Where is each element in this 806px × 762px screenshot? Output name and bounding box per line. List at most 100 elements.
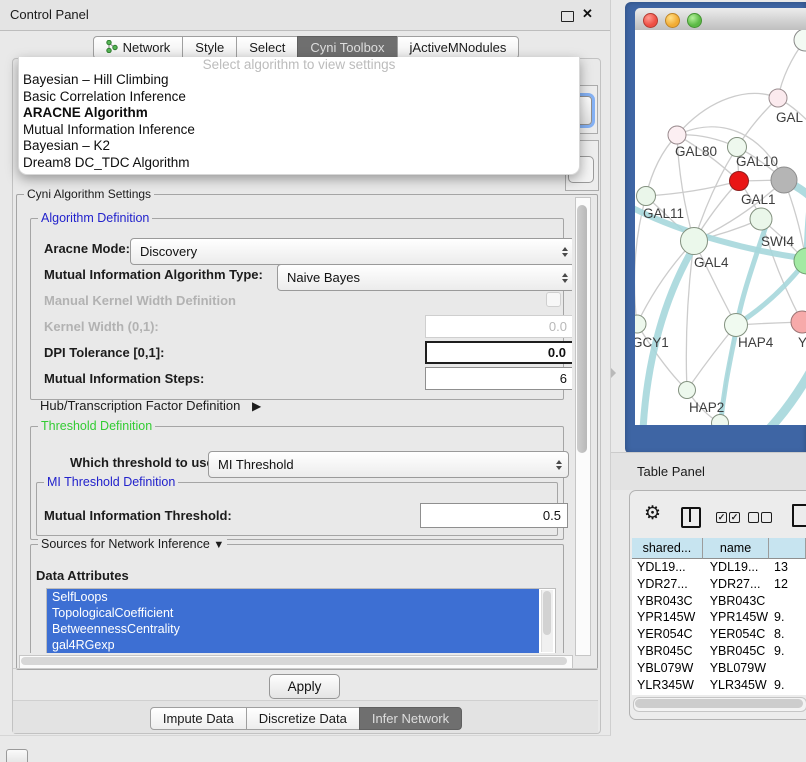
kernel-width-field[interactable]: 0.0 [425, 315, 572, 338]
node-gal80[interactable] [668, 126, 686, 144]
dpi-tolerance-field[interactable]: 0.0 [425, 341, 572, 364]
deselect-all-icon[interactable] [761, 512, 772, 523]
apply-button[interactable]: Apply [269, 674, 340, 699]
gear-icon[interactable]: ⚙ [644, 504, 661, 523]
mi-threshold-group-title: MI Threshold Definition [44, 475, 178, 489]
tab-network[interactable]: Network [93, 36, 184, 59]
tab-label: Select [249, 40, 285, 55]
table-row[interactable]: YIL052CYIL052C9 [632, 693, 806, 695]
table-cell: YPR145W [632, 609, 703, 626]
network-edge-strong[interactable] [731, 352, 806, 425]
node-gal-partial[interactable] [769, 89, 787, 107]
attribute-list-item[interactable]: gal4RGexp [47, 637, 539, 653]
vertical-scroll-thumb[interactable] [577, 205, 587, 453]
collapsed-panel-icon[interactable] [6, 749, 28, 762]
table-cell: 12 [769, 576, 806, 593]
attribute-list-item[interactable]: BetweennessCentrality [47, 621, 539, 637]
node-hap2[interactable] [679, 382, 696, 399]
mi-threshold-label: Mutual Information Threshold: [44, 508, 232, 523]
network-edge[interactable] [637, 324, 687, 390]
algorithm-option[interactable]: Basic Correlation Inference [19, 89, 579, 106]
table-cell: 9. [769, 677, 806, 694]
table-header-cell[interactable]: name [703, 538, 769, 559]
node-gcy1[interactable] [635, 315, 646, 333]
network-window-titlebar[interactable] [635, 8, 806, 31]
tab-jactivemnodules[interactable]: jActiveMNodules [397, 36, 520, 59]
mi-algorithm-type-combo[interactable]: Naive Bayes [277, 264, 572, 291]
algorithm-option[interactable]: Mutual Information Inference [19, 122, 579, 139]
node-gal4[interactable] [681, 228, 708, 255]
table-row[interactable]: YLR345WYLR345W9. [632, 677, 806, 694]
node-gray[interactable] [771, 167, 797, 193]
table-row[interactable]: YDR27...YDR27...12 [632, 576, 806, 593]
node-top-partial[interactable] [794, 30, 806, 51]
tab-discretize-data[interactable]: Discretize Data [246, 707, 360, 730]
table-horizontal-scrollbar[interactable] [633, 697, 806, 712]
table-row[interactable]: YER054CYER054C8. [632, 626, 806, 643]
close-traffic-light-icon[interactable] [643, 13, 658, 28]
table-cell: YBL079W [632, 660, 703, 677]
table-cell: YDL19... [703, 559, 769, 576]
network-edge[interactable] [646, 181, 739, 196]
data-attributes-list[interactable]: SelfLoopsTopologicalCoefficientBetweenne… [46, 588, 556, 653]
table-row[interactable]: YPR145WYPR145W9. [632, 609, 806, 626]
algorithm-option[interactable]: ARACNE Algorithm [19, 105, 579, 122]
select-all-check-icon[interactable]: ✓ [729, 512, 740, 523]
export-table-icon[interactable] [792, 504, 806, 527]
bottom-tab-bar: Impute DataDiscretize DataInfer Network [12, 707, 600, 730]
deselect-all-icon[interactable] [748, 512, 759, 523]
node-gal1[interactable] [730, 172, 749, 191]
select-all-check-icon[interactable]: ✓ [716, 512, 727, 523]
node-gal11[interactable] [637, 187, 656, 206]
table-header-cell[interactable] [769, 538, 806, 559]
sources-group-title[interactable]: Sources for Network Inference ▼ [38, 537, 227, 551]
table-row[interactable]: YBR043CYBR043C [632, 593, 806, 610]
hub-definition-label: Hub/Transcription Factor Definition [40, 398, 240, 413]
node-bottom-partial[interactable] [712, 415, 729, 426]
settings-horizontal-scrollbar[interactable] [19, 655, 573, 669]
which-threshold-combo[interactable]: MI Threshold [208, 451, 569, 478]
network-canvas[interactable]: GALGAL80GAL10GAL1GAL11SWI4GAL4GCY1HAP4YH… [635, 30, 806, 425]
network-edge[interactable] [646, 135, 677, 196]
settings-vertical-scrollbar[interactable] [575, 197, 591, 656]
manual-kernel-width-checkbox[interactable] [546, 292, 561, 307]
zoom-traffic-light-icon[interactable] [687, 13, 702, 28]
table-row[interactable]: YDL19...YDL19...13 [632, 559, 806, 576]
table-scroll-thumb[interactable] [635, 699, 803, 708]
table-cell: YBL079W [703, 660, 769, 677]
algorithm-option[interactable]: Dream8 DC_TDC Algorithm [19, 155, 579, 172]
horizontal-scroll-thumb[interactable] [21, 657, 567, 665]
algorithm-option[interactable]: Bayesian – Hill Climbing [19, 72, 579, 89]
algorithm-popup-list: Bayesian – Hill ClimbingBasic Correlatio… [19, 72, 579, 171]
tab-select[interactable]: Select [236, 36, 298, 59]
table-header-row[interactable]: shared...name [632, 538, 806, 559]
tab-cyni-toolbox[interactable]: Cyni Toolbox [297, 36, 397, 59]
close-icon[interactable]: ✕ [582, 6, 593, 22]
table-row[interactable]: YBR045CYBR045C9. [632, 643, 806, 660]
aracne-mode-combo[interactable]: Discovery [130, 238, 572, 265]
mi-steps-field[interactable]: 6 [425, 367, 572, 390]
node-hap4[interactable] [725, 314, 748, 337]
combo-arrows-icon [562, 247, 568, 257]
attribute-list-item[interactable]: TopologicalCoefficient [47, 605, 539, 621]
network-edge[interactable] [694, 241, 736, 325]
node-swi4[interactable] [750, 208, 772, 230]
algorithm-option[interactable]: Bayesian – K2 [19, 138, 579, 155]
table-header-cell[interactable]: shared... [632, 538, 703, 559]
tab-style[interactable]: Style [182, 36, 237, 59]
combo-arrows-icon [556, 460, 562, 470]
table-panel-title: Table Panel [637, 464, 705, 479]
mi-threshold-field[interactable]: 0.5 [420, 503, 568, 528]
hub-definition-toggle[interactable]: Hub/Transcription Factor Definition ▶ [40, 398, 261, 413]
node-attribute-table[interactable]: shared...name YDL19...YDL19...13YDR27...… [632, 538, 806, 695]
splitter-grip-icon[interactable] [611, 368, 616, 378]
attribute-list-item[interactable]: SelfLoops [47, 589, 539, 605]
attributes-scrollbar[interactable] [541, 590, 553, 652]
tab-infer-network[interactable]: Infer Network [359, 707, 462, 730]
node-y-partial[interactable] [791, 311, 806, 333]
columns-icon[interactable] [681, 507, 701, 528]
minimize-traffic-light-icon[interactable] [665, 13, 680, 28]
tab-impute-data[interactable]: Impute Data [150, 707, 247, 730]
table-row[interactable]: YBL079WYBL079W [632, 660, 806, 677]
float-window-icon[interactable] [561, 11, 574, 22]
